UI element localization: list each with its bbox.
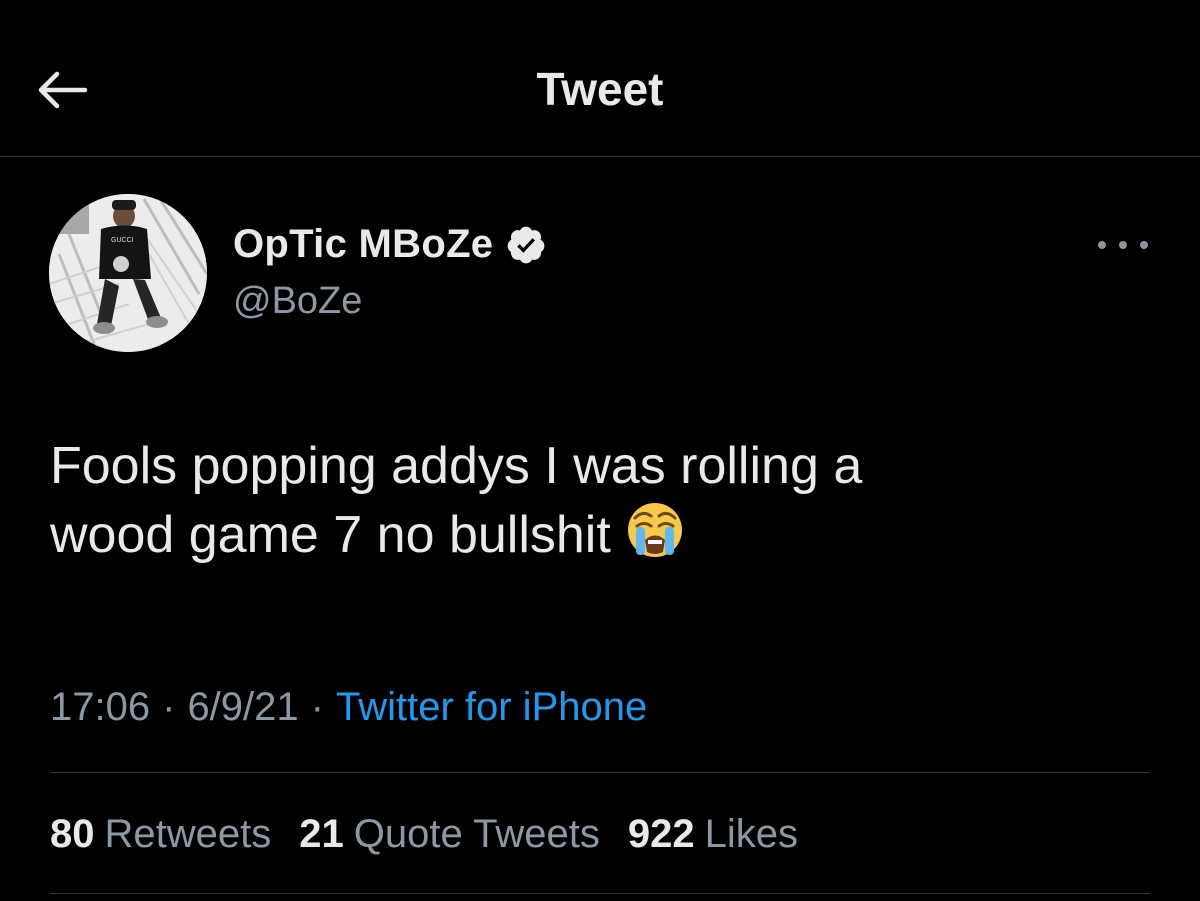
likes-label: Likes [704,812,798,856]
retweets-count: 80 [50,812,95,856]
tweet-text-line-2-row: wood game 7 no bullshit [50,500,1150,569]
more-horizontal-icon [1098,241,1106,249]
verified-badge-icon [507,226,545,263]
divider [50,772,1150,773]
display-name: OpTic MBoZe [233,222,494,266]
avatar[interactable]: GUCCI [49,194,207,352]
loudly-crying-face-emoji [627,503,682,557]
tweet-text: Fools popping addys I was rolling a wood… [50,432,1150,569]
tweet-time: 17:06 [50,685,151,729]
author-handle[interactable]: @BoZe [233,280,362,323]
author-name-row[interactable]: OpTic MBoZe [233,222,547,267]
likes-stat[interactable]: 922 Likes [628,812,798,857]
tweet-date: 6/9/21 [187,685,299,729]
meta-separator: · [310,685,324,729]
top-bar: Tweet [0,0,1200,157]
retweets-label: Retweets [104,812,272,856]
avatar-shirt-text: GUCCI [111,237,134,244]
tweet-meta: 17:06 · 6/9/21 · Twitter for iPhone [50,685,647,730]
quote-tweets-label: Quote Tweets [353,812,600,856]
likes-count: 922 [627,812,695,856]
engagement-stats: 80 Retweets 21 Quote Tweets 922 Likes [50,812,826,857]
tweet-text-line-2: wood game 7 no bullshit [50,506,611,564]
page-title: Tweet [536,63,664,115]
quote-tweets-count: 21 [299,812,344,856]
divider [50,893,1150,894]
tweet-text-line-1: Fools popping addys I was rolling a [50,437,863,495]
quote-tweets-stat[interactable]: 21 Quote Tweets [299,812,600,857]
more-options-button[interactable] [1098,230,1148,260]
tweet-source-link[interactable]: Twitter for iPhone [336,685,647,729]
meta-separator: · [162,685,176,729]
retweets-stat[interactable]: 80 Retweets [50,812,271,857]
